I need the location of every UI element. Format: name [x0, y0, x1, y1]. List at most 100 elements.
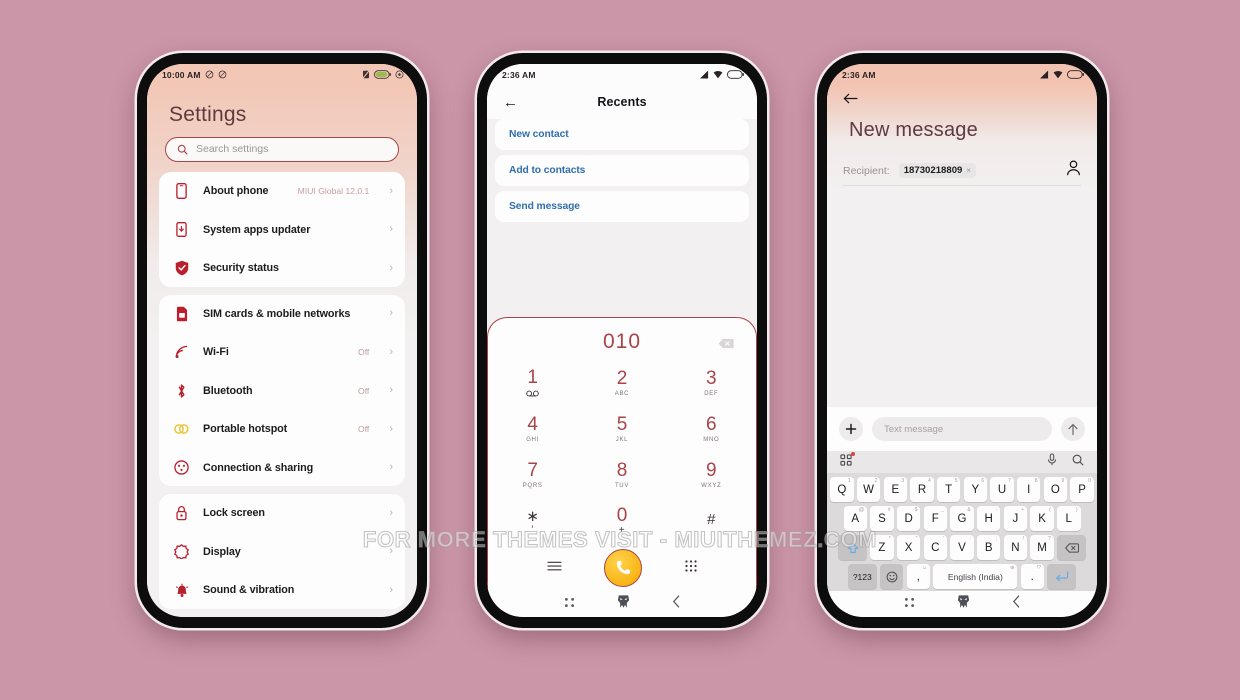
status-time: 10:00 AM — [162, 69, 201, 80]
recents-nav-icon[interactable] — [564, 595, 575, 613]
wifi-icon — [1053, 70, 1063, 79]
dial-key-8[interactable]: 8 TUV — [577, 452, 666, 498]
message-composer: Text message — [827, 407, 1097, 451]
comma-key[interactable]: ☺, — [906, 564, 931, 589]
option-add-to-contacts[interactable]: Add to contacts — [495, 155, 749, 186]
emoji-key[interactable] — [879, 564, 904, 589]
key-c[interactable]: ' C — [923, 535, 948, 560]
sidebar-item-security-status[interactable]: Security status › — [159, 249, 405, 287]
row-value: MIUI Global 12.0.1 — [297, 186, 370, 197]
key-sup: : — [969, 536, 971, 542]
option-send-message[interactable]: Send message — [495, 191, 749, 222]
key-label: K — [1038, 512, 1046, 525]
row-label: Security status — [203, 262, 279, 275]
backspace-key[interactable] — [1057, 535, 1086, 560]
status-time: 2:36 AM — [502, 69, 536, 80]
key-r[interactable]: 4R — [910, 477, 934, 502]
home-nav-icon[interactable] — [616, 594, 631, 614]
key-b[interactable]: ; B — [976, 535, 1001, 560]
period-key[interactable]: !?. — [1020, 564, 1045, 589]
back-nav-icon[interactable] — [1012, 595, 1021, 613]
key-q[interactable]: 1Q — [830, 477, 854, 502]
key-sup: $ — [914, 507, 918, 513]
key-s[interactable]: # S — [870, 506, 894, 531]
sidebar-item-display[interactable]: Display › — [159, 533, 405, 572]
key-g[interactable]: & G — [950, 506, 974, 531]
sidebar-item-about-phone[interactable]: About phone MIUI Global 12.0.1 › — [159, 172, 405, 211]
dial-key-9[interactable]: 9 WXYZ — [667, 452, 756, 498]
key-e[interactable]: 3E — [883, 477, 908, 502]
sidebar-item-connection-sharing[interactable]: Connection & sharing › — [159, 449, 405, 486]
send-button[interactable] — [1061, 417, 1085, 441]
call-button[interactable] — [604, 548, 643, 587]
key-f[interactable]: _ F — [923, 506, 948, 531]
add-attachment-button[interactable] — [839, 417, 863, 441]
key-k[interactable]: (K — [1030, 506, 1054, 531]
dial-key-2[interactable]: 2 ABC — [577, 360, 666, 406]
recipient-field[interactable]: Recipient: 18730218809 × — [843, 156, 1081, 186]
sidebar-item-sound-vibration[interactable]: Sound & vibration › — [159, 571, 405, 609]
key-a[interactable]: @ A — [843, 506, 867, 531]
chevron-right-icon: › — [389, 223, 393, 236]
message-input[interactable]: Text message — [872, 417, 1052, 441]
key-j[interactable]: + J — [1003, 506, 1028, 531]
recipient-chip[interactable]: 18730218809 × — [898, 163, 977, 178]
search-settings-field[interactable]: Search settings — [165, 137, 399, 162]
backspace-button[interactable] — [718, 336, 734, 354]
recents-nav-icon[interactable] — [904, 595, 915, 613]
dial-key-1[interactable]: 1 — [488, 360, 577, 406]
option-new-contact[interactable]: New contact — [495, 119, 749, 150]
dial-key-3[interactable]: 3 DEF — [667, 360, 756, 406]
dial-key-5[interactable]: 5 JKL — [577, 406, 666, 452]
key-sub: ′ — [531, 523, 534, 534]
key-d[interactable]: $ D — [896, 506, 921, 531]
dial-key-0[interactable]: 0 + — [577, 498, 666, 544]
key-v[interactable]: :V — [950, 535, 974, 560]
keypad-icon[interactable] — [685, 559, 697, 577]
contacts-picker-icon[interactable] — [1066, 160, 1081, 181]
sidebar-item-bluetooth[interactable]: Bluetooth Off › — [159, 372, 405, 411]
back-nav-icon[interactable] — [672, 595, 681, 613]
key-u[interactable]: 7U — [990, 477, 1014, 502]
dial-key-6[interactable]: 6 MNO — [667, 406, 756, 452]
menu-icon[interactable] — [547, 559, 562, 577]
dial-key-hash[interactable]: # — [667, 498, 756, 544]
sidebar-item-system-apps-updater[interactable]: System apps updater › — [159, 210, 405, 249]
close-icon[interactable]: × — [966, 166, 971, 175]
key-digit: 6 — [706, 414, 717, 435]
key-t[interactable]: 5T — [936, 477, 961, 502]
dial-key-7[interactable]: 7 PQRS — [488, 452, 577, 498]
sidebar-item-lock-screen[interactable]: Lock screen › — [159, 494, 405, 533]
keyboard-apps-icon[interactable] — [840, 452, 855, 471]
dial-key-star[interactable]: ∗ ′ — [488, 498, 577, 544]
key-sup: 2 — [874, 478, 878, 484]
key-z[interactable]: * Z — [870, 535, 894, 560]
key-y[interactable]: 6Y — [963, 477, 988, 502]
numbers-key[interactable]: ?123 — [847, 564, 877, 589]
sidebar-item-wifi[interactable]: Wi-Fi Off › — [159, 333, 405, 372]
key-p[interactable]: 0P — [1070, 477, 1094, 502]
key-w[interactable]: 2W — [856, 477, 881, 502]
back-button[interactable] — [843, 91, 858, 109]
sidebar-item-sim-cards[interactable]: SIM cards & mobile networks › — [159, 295, 405, 334]
key-label: O — [1050, 483, 1060, 496]
status-bar: 2:36 AM — [487, 64, 757, 85]
shift-key[interactable] — [838, 535, 867, 560]
key-i[interactable]: 8I — [1016, 477, 1041, 502]
key-label: L — [1065, 512, 1072, 525]
key-o[interactable]: 9O — [1043, 477, 1068, 502]
dial-key-4[interactable]: 4 GHI — [488, 406, 577, 452]
space-key[interactable]: ⊕ English (India) — [933, 564, 1018, 589]
emoji-icon — [886, 571, 898, 582]
search-icon[interactable] — [1072, 453, 1084, 471]
enter-key[interactable] — [1047, 564, 1077, 589]
key-m[interactable]: ? M — [1030, 535, 1054, 560]
home-nav-icon[interactable] — [956, 594, 971, 614]
key-h[interactable]: -H — [976, 506, 1001, 531]
key-x[interactable]: " X — [896, 535, 921, 560]
microphone-icon[interactable] — [1047, 453, 1057, 471]
wifi-icon — [713, 70, 723, 79]
key-n[interactable]: ! N — [1003, 535, 1028, 560]
sidebar-item-portable-hotspot[interactable]: Portable hotspot Off › — [159, 410, 405, 449]
key-l[interactable]: ) L — [1057, 506, 1081, 531]
